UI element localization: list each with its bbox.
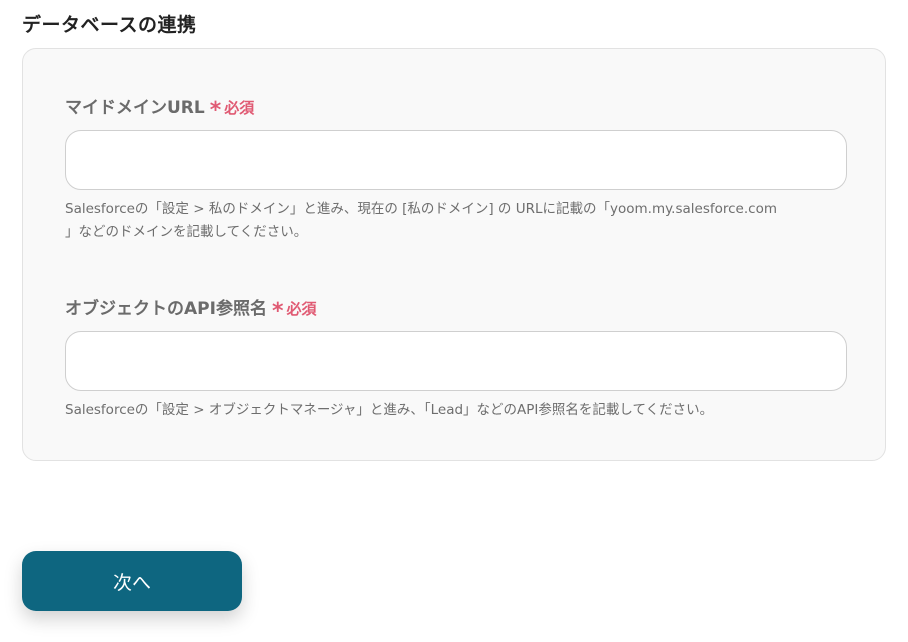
- help-text-line: Salesforceの「設定 > 私のドメイン」と進み、現在の [私のドメイン]…: [65, 201, 777, 217]
- field-label-text: オブジェクトのAPI参照名: [65, 299, 267, 319]
- help-text-line: 」などのドメインを記載してください。: [65, 224, 308, 240]
- required-badge: 必須: [286, 300, 317, 318]
- help-text-line: Salesforceの「設定 > オブジェクトマネージャ」と進み、「Lead」な…: [65, 402, 714, 418]
- object-api-name-field: オブジェクトのAPI参照名 * 必須 Salesforceの「設定 > オブジェ…: [65, 294, 847, 422]
- object-api-name-help: Salesforceの「設定 > オブジェクトマネージャ」と進み、「Lead」な…: [65, 399, 847, 422]
- my-domain-url-input[interactable]: [65, 130, 847, 190]
- required-asterisk-icon: *: [209, 98, 222, 123]
- settings-card: マイドメインURL * 必須 Salesforceの「設定 > 私のドメイン」と…: [22, 48, 886, 461]
- object-api-name-label: オブジェクトのAPI参照名 * 必須: [65, 294, 847, 324]
- object-api-name-input[interactable]: [65, 331, 847, 391]
- page: データベースの連携 マイドメインURL * 必須 Salesforceの「設定 …: [0, 0, 908, 642]
- next-button[interactable]: 次へ: [22, 551, 242, 611]
- my-domain-url-field: マイドメインURL * 必須 Salesforceの「設定 > 私のドメイン」と…: [65, 93, 847, 244]
- required-asterisk-icon: *: [271, 299, 284, 324]
- my-domain-url-label: マイドメインURL * 必須: [65, 93, 847, 123]
- field-label-text: マイドメインURL: [65, 98, 205, 118]
- my-domain-url-help: Salesforceの「設定 > 私のドメイン」と進み、現在の [私のドメイン]…: [65, 198, 847, 244]
- section-title: データベースの連携: [22, 14, 197, 36]
- required-badge: 必須: [224, 99, 255, 117]
